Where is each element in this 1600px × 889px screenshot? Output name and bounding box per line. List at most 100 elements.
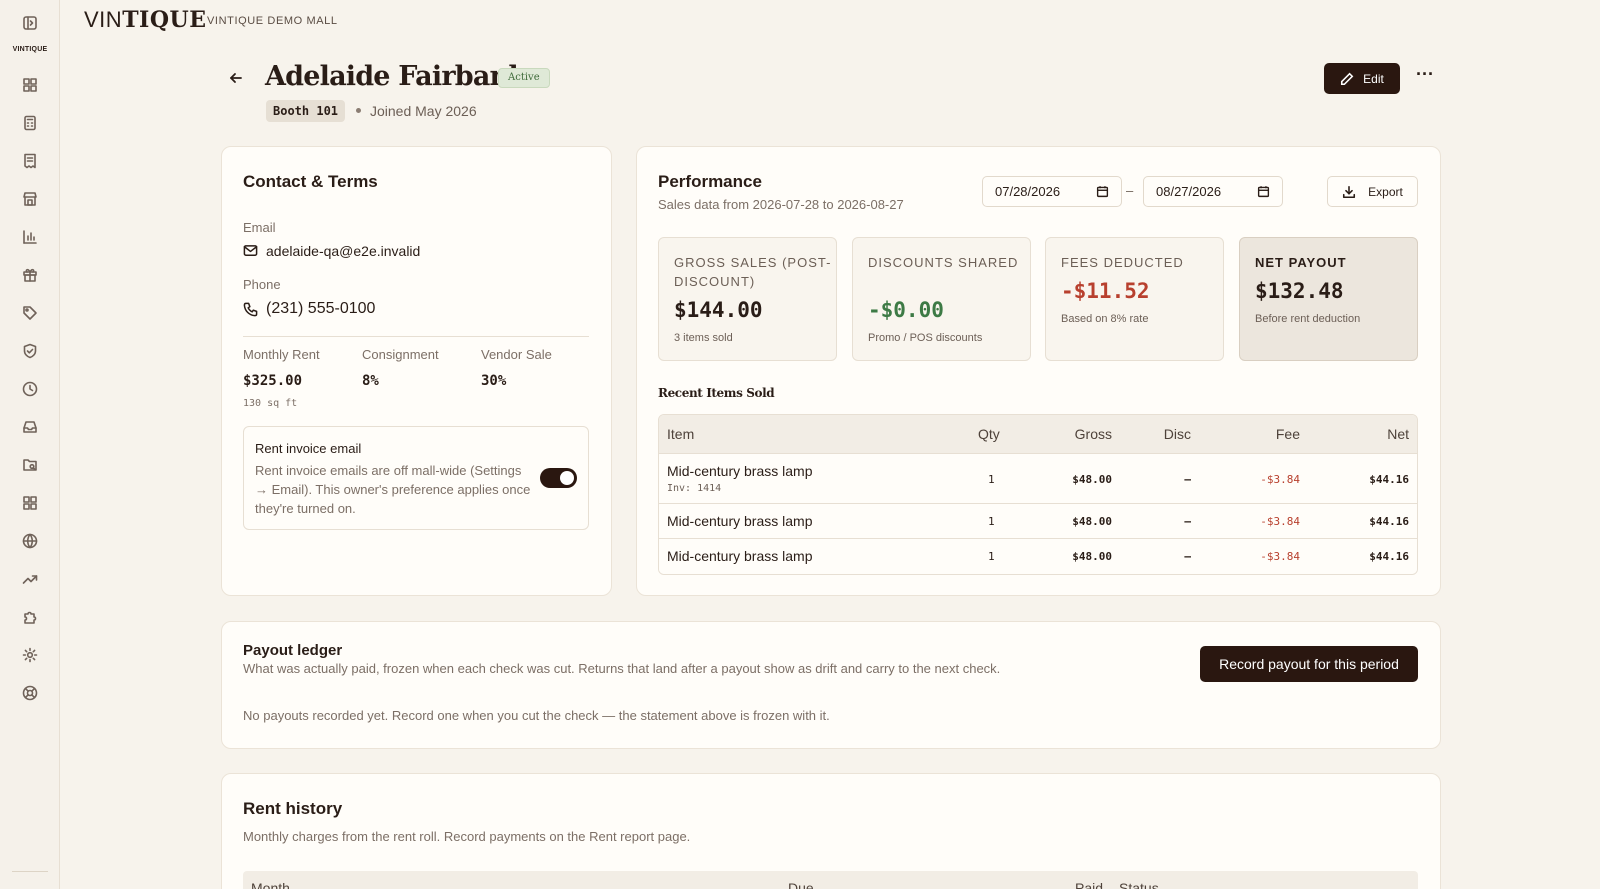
date-to-input[interactable]: 08/27/2026 — [1143, 176, 1283, 207]
col-item: Item — [667, 426, 695, 442]
stat-label: Net Payout — [1255, 255, 1347, 270]
dashboard-icon[interactable] — [21, 76, 39, 94]
inbox-icon[interactable] — [21, 418, 39, 436]
rent-history-table-header: Month Due Paid Status — [243, 871, 1418, 889]
edit-button[interactable]: Edit — [1324, 63, 1400, 94]
net-payout-stat: Net Payout $132.48 Before rent deduction — [1239, 237, 1418, 361]
panel-toggle-icon[interactable] — [21, 14, 39, 32]
performance-title: Performance — [658, 172, 762, 191]
stat-value: -$11.52 — [1061, 279, 1150, 303]
col-due: Due — [788, 880, 814, 889]
item-gross: $48.00 — [1072, 515, 1112, 528]
performance-subtitle: Sales data from 2026-07-28 to 2026-08-27 — [658, 197, 904, 212]
consignment-value: 8% — [362, 373, 379, 389]
item-net: $44.16 — [1369, 473, 1409, 486]
trending-up-icon[interactable] — [21, 570, 39, 588]
phone-icon — [243, 302, 258, 322]
folder-search-icon[interactable] — [21, 456, 39, 474]
item-net: $44.16 — [1369, 515, 1409, 528]
monthly-rent-value: $325.00 — [243, 373, 303, 389]
rent-invoice-toggle[interactable] — [540, 468, 577, 488]
stat-value: $144.00 — [674, 298, 763, 322]
more-options-button[interactable]: ··· — [1414, 65, 1436, 90]
tag-icon[interactable] — [21, 304, 39, 322]
settings-icon[interactable] — [21, 646, 39, 664]
brand-logo[interactable]: VINTIQUE — [84, 7, 206, 33]
stat-subtext: Based on 8% rate — [1061, 313, 1149, 325]
bar-chart-icon[interactable] — [21, 228, 39, 246]
stat-label: Gross Sales (Post-Discount) — [674, 255, 832, 289]
gross-sales-stat: Gross Sales (Post-Discount) $144.00 3 it… — [658, 237, 837, 361]
item-inv: Inv: 1414 — [667, 483, 722, 494]
sidebar-logo: VINTIQUE — [12, 46, 48, 53]
rent-invoice-title: Rent invoice email — [255, 441, 362, 456]
clock-icon[interactable] — [21, 380, 39, 398]
email-link[interactable]: adelaide-qa@e2e.invalid — [266, 243, 420, 259]
date-from-input[interactable]: 07/28/2026 — [982, 176, 1122, 207]
monthly-rent-label: Monthly Rent — [243, 347, 320, 362]
table-row[interactable]: Mid-century brass lamp 1 $48.00 — -$3.84… — [659, 539, 1417, 574]
item-gross: $48.00 — [1072, 473, 1112, 486]
rent-invoice-description: Rent invoice emails are off mall-wide (S… — [255, 463, 531, 516]
export-label: Export — [1368, 184, 1403, 199]
mall-name: VINTIQUE DEMO MALL — [207, 15, 338, 27]
export-button[interactable]: Export — [1327, 176, 1418, 207]
vendor-sale-value: 30% — [481, 373, 507, 389]
calculator-icon[interactable] — [21, 114, 39, 132]
col-disc: Disc — [1163, 426, 1191, 442]
item-name: Mid-century brass lamp — [667, 513, 813, 529]
col-paid: Paid — [1075, 880, 1104, 889]
back-button[interactable] — [228, 70, 246, 88]
stat-label: Discounts Shared — [868, 255, 1019, 270]
globe-icon[interactable] — [21, 532, 39, 550]
consignment-label: Consignment — [362, 347, 439, 362]
item-qty: 1 — [988, 515, 995, 528]
help-circle-icon[interactable] — [21, 684, 39, 702]
table-row[interactable]: Mid-century brass lamp Inv: 1414 1 $48.0… — [659, 454, 1417, 504]
item-disc: — — [1184, 473, 1191, 486]
status-badge: Active — [498, 68, 550, 88]
separator-dot — [356, 108, 361, 113]
item-fee: -$3.84 — [1260, 473, 1300, 486]
booth-chip: Booth 101 — [266, 100, 346, 122]
shield-check-icon[interactable] — [21, 342, 39, 360]
col-month: Month — [251, 880, 290, 889]
recent-items-title: Recent Items Sold — [658, 386, 775, 400]
calendar-icon — [1257, 186, 1270, 198]
item-net: $44.16 — [1369, 550, 1409, 563]
table-header: Item Qty Gross Disc Fee Net — [659, 415, 1417, 454]
discounts-stat: Discounts Shared -$0.00 Promo / POS disc… — [852, 237, 1031, 361]
grid-icon[interactable] — [21, 494, 39, 512]
stat-value: -$0.00 — [868, 298, 944, 322]
sidebar: VINTIQUE — [0, 0, 60, 889]
brand-name-light: VIN — [84, 7, 123, 32]
col-fee: Fee — [1275, 426, 1300, 442]
contact-divider — [243, 336, 589, 337]
payout-ledger-subtitle: What was actually paid, frozen when each… — [243, 661, 1001, 676]
rent-history-subtitle: Monthly charges from the rent roll. Reco… — [243, 829, 691, 844]
date-from-value: 07/28/2026 — [995, 184, 1061, 199]
table-row[interactable]: Mid-century brass lamp 1 $48.00 — -$3.84… — [659, 504, 1417, 539]
gift-icon[interactable] — [21, 266, 39, 284]
payout-empty-state: No payouts recorded yet. Record one when… — [243, 708, 830, 723]
record-payout-button[interactable]: Record payout for this period — [1200, 646, 1418, 682]
date-to-value: 08/27/2026 — [1156, 184, 1222, 199]
stat-subtext: Before rent deduction — [1255, 313, 1361, 325]
download-icon — [1343, 185, 1356, 198]
fees-stat: Fees Deducted -$11.52 Based on 8% rate — [1045, 237, 1224, 361]
mail-icon — [243, 243, 258, 263]
store-icon[interactable] — [21, 190, 39, 208]
puzzle-icon[interactable] — [21, 608, 39, 626]
arrow-left-icon — [230, 73, 242, 83]
item-disc: — — [1184, 515, 1191, 528]
item-fee: -$3.84 — [1260, 515, 1300, 528]
rent-history-title: Rent history — [243, 799, 343, 818]
phone-link[interactable]: (231) 555-0100 — [266, 300, 375, 318]
stat-label: Fees Deducted — [1061, 255, 1184, 270]
item-qty: 1 — [988, 473, 995, 486]
stat-subtext: 3 items sold — [674, 332, 733, 344]
item-name: Mid-century brass lamp — [667, 548, 813, 564]
receipt-icon[interactable] — [21, 152, 39, 170]
col-net: Net — [1387, 426, 1409, 442]
joined-date: Joined May 2026 — [370, 103, 477, 119]
